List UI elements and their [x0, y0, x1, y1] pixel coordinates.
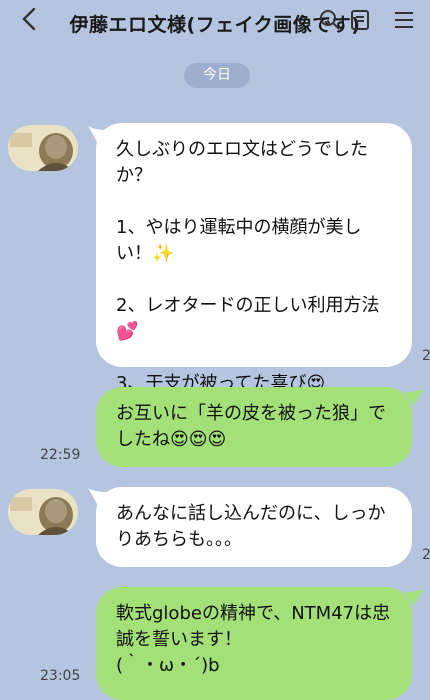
avatar[interactable] — [8, 125, 78, 171]
bubble-tail — [404, 588, 424, 606]
menu-icon[interactable] — [392, 8, 416, 32]
message-time: 2 — [422, 348, 430, 364]
chat-header: 伊藤エロ文様(フェイク画像です) — [0, 0, 430, 44]
date-divider: 今日 — [184, 63, 250, 88]
avatar[interactable] — [8, 489, 78, 535]
message-bubble-incoming[interactable]: あんなに話し込んだのに、しっかりあちらも。。。 — [96, 487, 412, 567]
message-bubble-outgoing[interactable]: 軟式globeの精神で、NTM47は忠誠を誓います！ (｀・ω・´)b — [96, 587, 412, 700]
bubble-tail — [404, 388, 424, 406]
notes-icon[interactable] — [348, 8, 372, 32]
message-time: 2 — [422, 547, 430, 563]
message-time: 23:05 — [40, 668, 81, 684]
search-icon[interactable] — [318, 8, 342, 32]
message-time: 22:59 — [40, 447, 81, 463]
message-text: あんなに話し込んだのに、しっかりあちらも。。。 — [116, 503, 386, 550]
message-text: 久しぶりのエロ文はどうでしたか？ 1、やはり運転中の横顔が美しい！✨ 2、レオタ… — [116, 139, 380, 394]
message-text: 軟式globeの精神で、NTM47は忠誠を誓います！ (｀・ω・´)b — [116, 603, 391, 676]
message-bubble-outgoing[interactable]: お互いに「羊の皮を被った狼」でしたね😍😍😍 — [96, 387, 412, 467]
message-bubble-incoming[interactable]: 久しぶりのエロ文はどうでしたか？ 1、やはり運転中の横顔が美しい！✨ 2、レオタ… — [96, 123, 412, 394]
message-text: お互いに「羊の皮を被った狼」でしたね😍😍😍 — [116, 403, 386, 450]
